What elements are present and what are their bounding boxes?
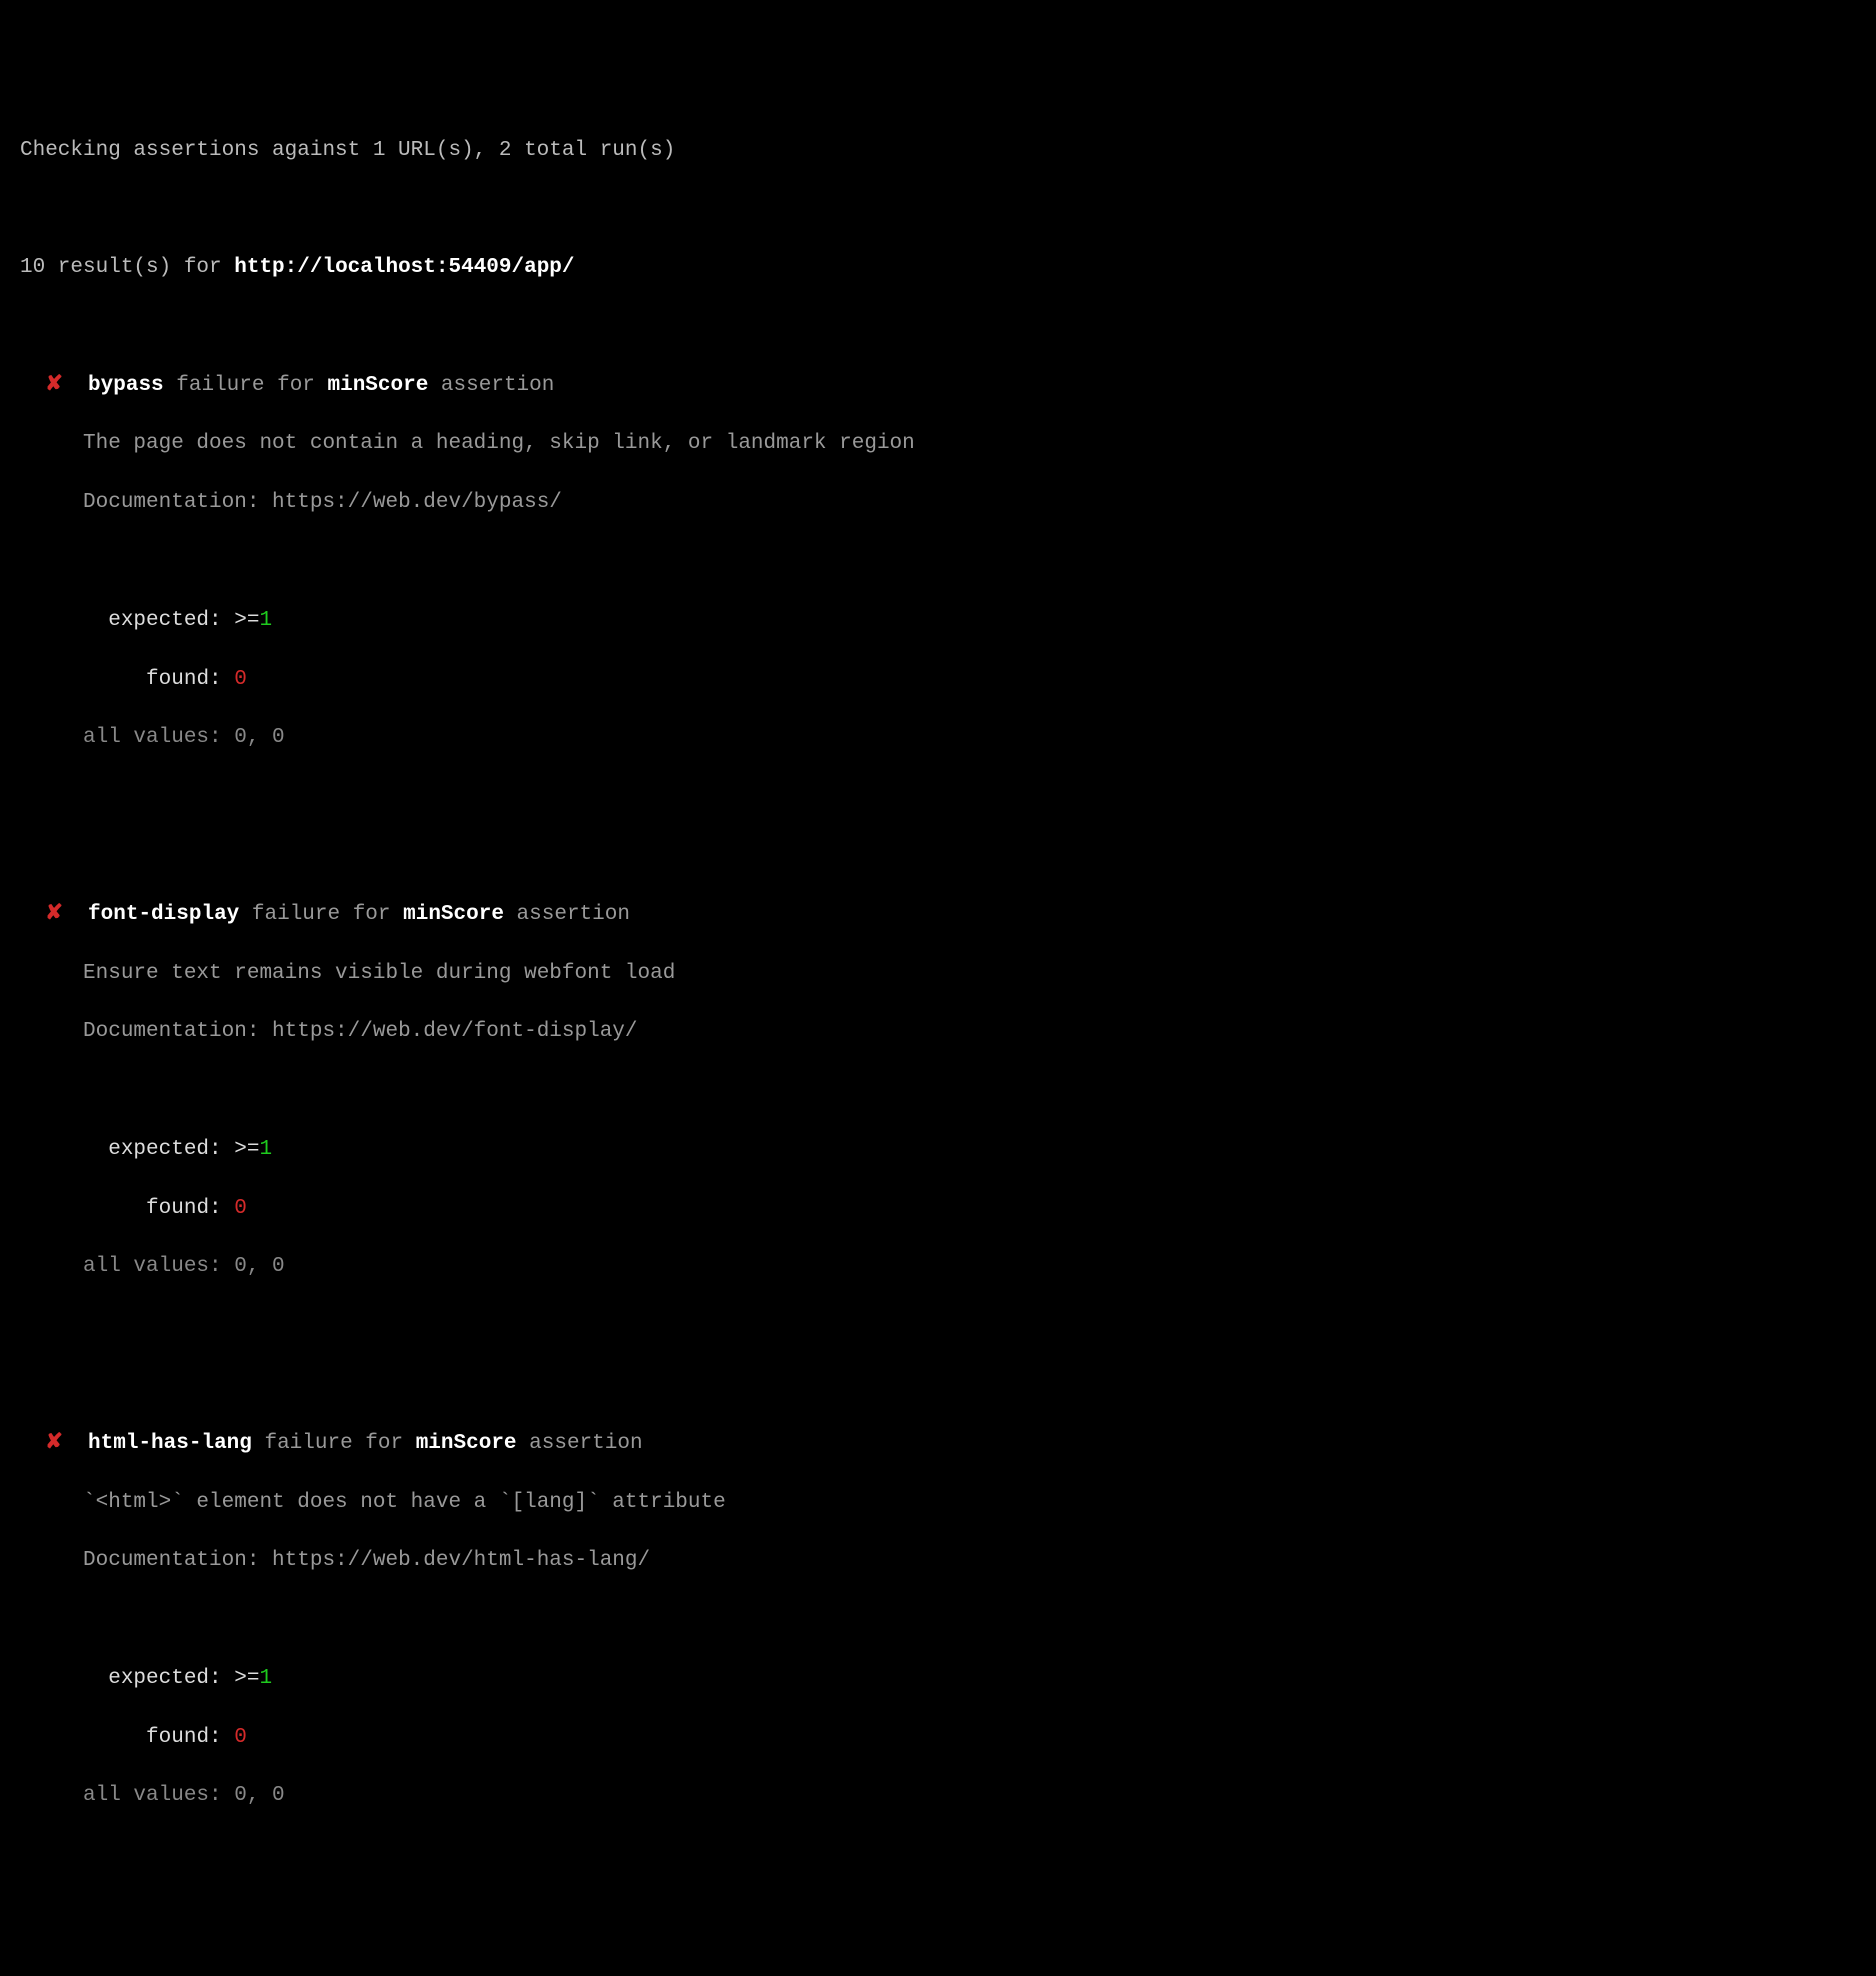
expected-line: expected: >=1 xyxy=(20,606,1856,635)
found-val: 0 xyxy=(234,1197,247,1220)
gte: >= xyxy=(234,1138,259,1161)
found-line: found: 0 xyxy=(20,665,1856,694)
doc-prefix: Documentation: xyxy=(83,1020,272,1043)
check-name: minScore xyxy=(328,374,429,397)
doc-url: https://web.dev/bypass/ xyxy=(272,491,562,514)
doc-prefix: Documentation: xyxy=(83,491,272,514)
expected-label: expected: xyxy=(108,1667,234,1690)
doc-prefix: Documentation: xyxy=(83,1549,272,1572)
doc-url: https://web.dev/html-has-lang/ xyxy=(272,1549,650,1572)
failure-desc: Ensure text remains visible during webfo… xyxy=(20,959,1856,988)
failure-doc: Documentation: https://web.dev/font-disp… xyxy=(20,1017,1856,1046)
found-val: 0 xyxy=(234,1726,247,1749)
desc-text: `<html>` element does not have a `[lang]… xyxy=(83,1491,726,1514)
failure-word: failure for xyxy=(252,1432,416,1455)
assertion-word: assertion xyxy=(517,1432,643,1455)
results-line: 10 result(s) for http://localhost:54409/… xyxy=(20,253,1856,282)
found-label: found: xyxy=(146,1726,234,1749)
blank xyxy=(20,194,1856,223)
gte: >= xyxy=(234,609,259,632)
allvalues-val: 0, 0 xyxy=(234,726,284,749)
allvalues-line: all values: 0, 0 xyxy=(20,723,1856,752)
allvalues-label: all values: xyxy=(83,1784,234,1807)
blank xyxy=(20,312,1856,341)
blank xyxy=(20,1076,1856,1105)
intro-text: Checking assertions against 1 URL(s), 2 … xyxy=(20,139,675,162)
expected-line: expected: >=1 xyxy=(20,1135,1856,1164)
gte: >= xyxy=(234,1667,259,1690)
blank xyxy=(20,547,1856,576)
expected-label: expected: xyxy=(108,609,234,632)
expected-val: 1 xyxy=(259,1138,272,1161)
expected-val: 1 xyxy=(259,609,272,632)
audit-name: html-has-lang xyxy=(88,1432,252,1455)
audit-name: bypass xyxy=(88,374,164,397)
allvalues-label: all values: xyxy=(83,726,234,749)
audit-name: font-display xyxy=(88,903,239,926)
blank xyxy=(20,782,1856,811)
failure-word: failure for xyxy=(164,374,328,397)
doc-url: https://web.dev/font-display/ xyxy=(272,1020,637,1043)
failure-title: ✘ bypass failure for minScore assertion xyxy=(20,371,1856,400)
desc-text: The page does not contain a heading, ski… xyxy=(83,432,915,455)
intro-line: Checking assertions against 1 URL(s), 2 … xyxy=(20,136,1856,165)
results-count: 10 result(s) for xyxy=(20,256,234,279)
check-name: minScore xyxy=(416,1432,517,1455)
found-label: found: xyxy=(146,668,234,691)
assertion-word: assertion xyxy=(428,374,554,397)
failure-doc: Documentation: https://web.dev/html-has-… xyxy=(20,1546,1856,1575)
results-url: http://localhost:54409/app/ xyxy=(234,256,574,279)
found-val: 0 xyxy=(234,668,247,691)
failure-doc: Documentation: https://web.dev/bypass/ xyxy=(20,488,1856,517)
allvalues-line: all values: 0, 0 xyxy=(20,1781,1856,1810)
check-name: minScore xyxy=(403,903,504,926)
expected-label: expected: xyxy=(108,1138,234,1161)
allvalues-line: all values: 0, 0 xyxy=(20,1252,1856,1281)
failure-desc: The page does not contain a heading, ski… xyxy=(20,429,1856,458)
failure-title: ✘ font-display failure for minScore asse… xyxy=(20,900,1856,929)
found-label: found: xyxy=(146,1197,234,1220)
assertion-word: assertion xyxy=(504,903,630,926)
failure-desc: `<html>` element does not have a `[lang]… xyxy=(20,1488,1856,1517)
blank xyxy=(20,1370,1856,1399)
cross-icon: ✘ xyxy=(45,1432,63,1455)
allvalues-val: 0, 0 xyxy=(234,1255,284,1278)
failure-title: ✘ html-has-lang failure for minScore ass… xyxy=(20,1429,1856,1458)
cross-icon: ✘ xyxy=(45,903,63,926)
blank xyxy=(20,841,1856,870)
failure-word: failure for xyxy=(239,903,403,926)
desc-text: Ensure text remains visible during webfo… xyxy=(83,962,675,985)
allvalues-val: 0, 0 xyxy=(234,1784,284,1807)
found-line: found: 0 xyxy=(20,1723,1856,1752)
found-line: found: 0 xyxy=(20,1194,1856,1223)
allvalues-label: all values: xyxy=(83,1255,234,1278)
blank xyxy=(20,1605,1856,1634)
expected-val: 1 xyxy=(259,1667,272,1690)
expected-line: expected: >=1 xyxy=(20,1664,1856,1693)
blank xyxy=(20,1311,1856,1340)
cross-icon: ✘ xyxy=(45,374,63,397)
